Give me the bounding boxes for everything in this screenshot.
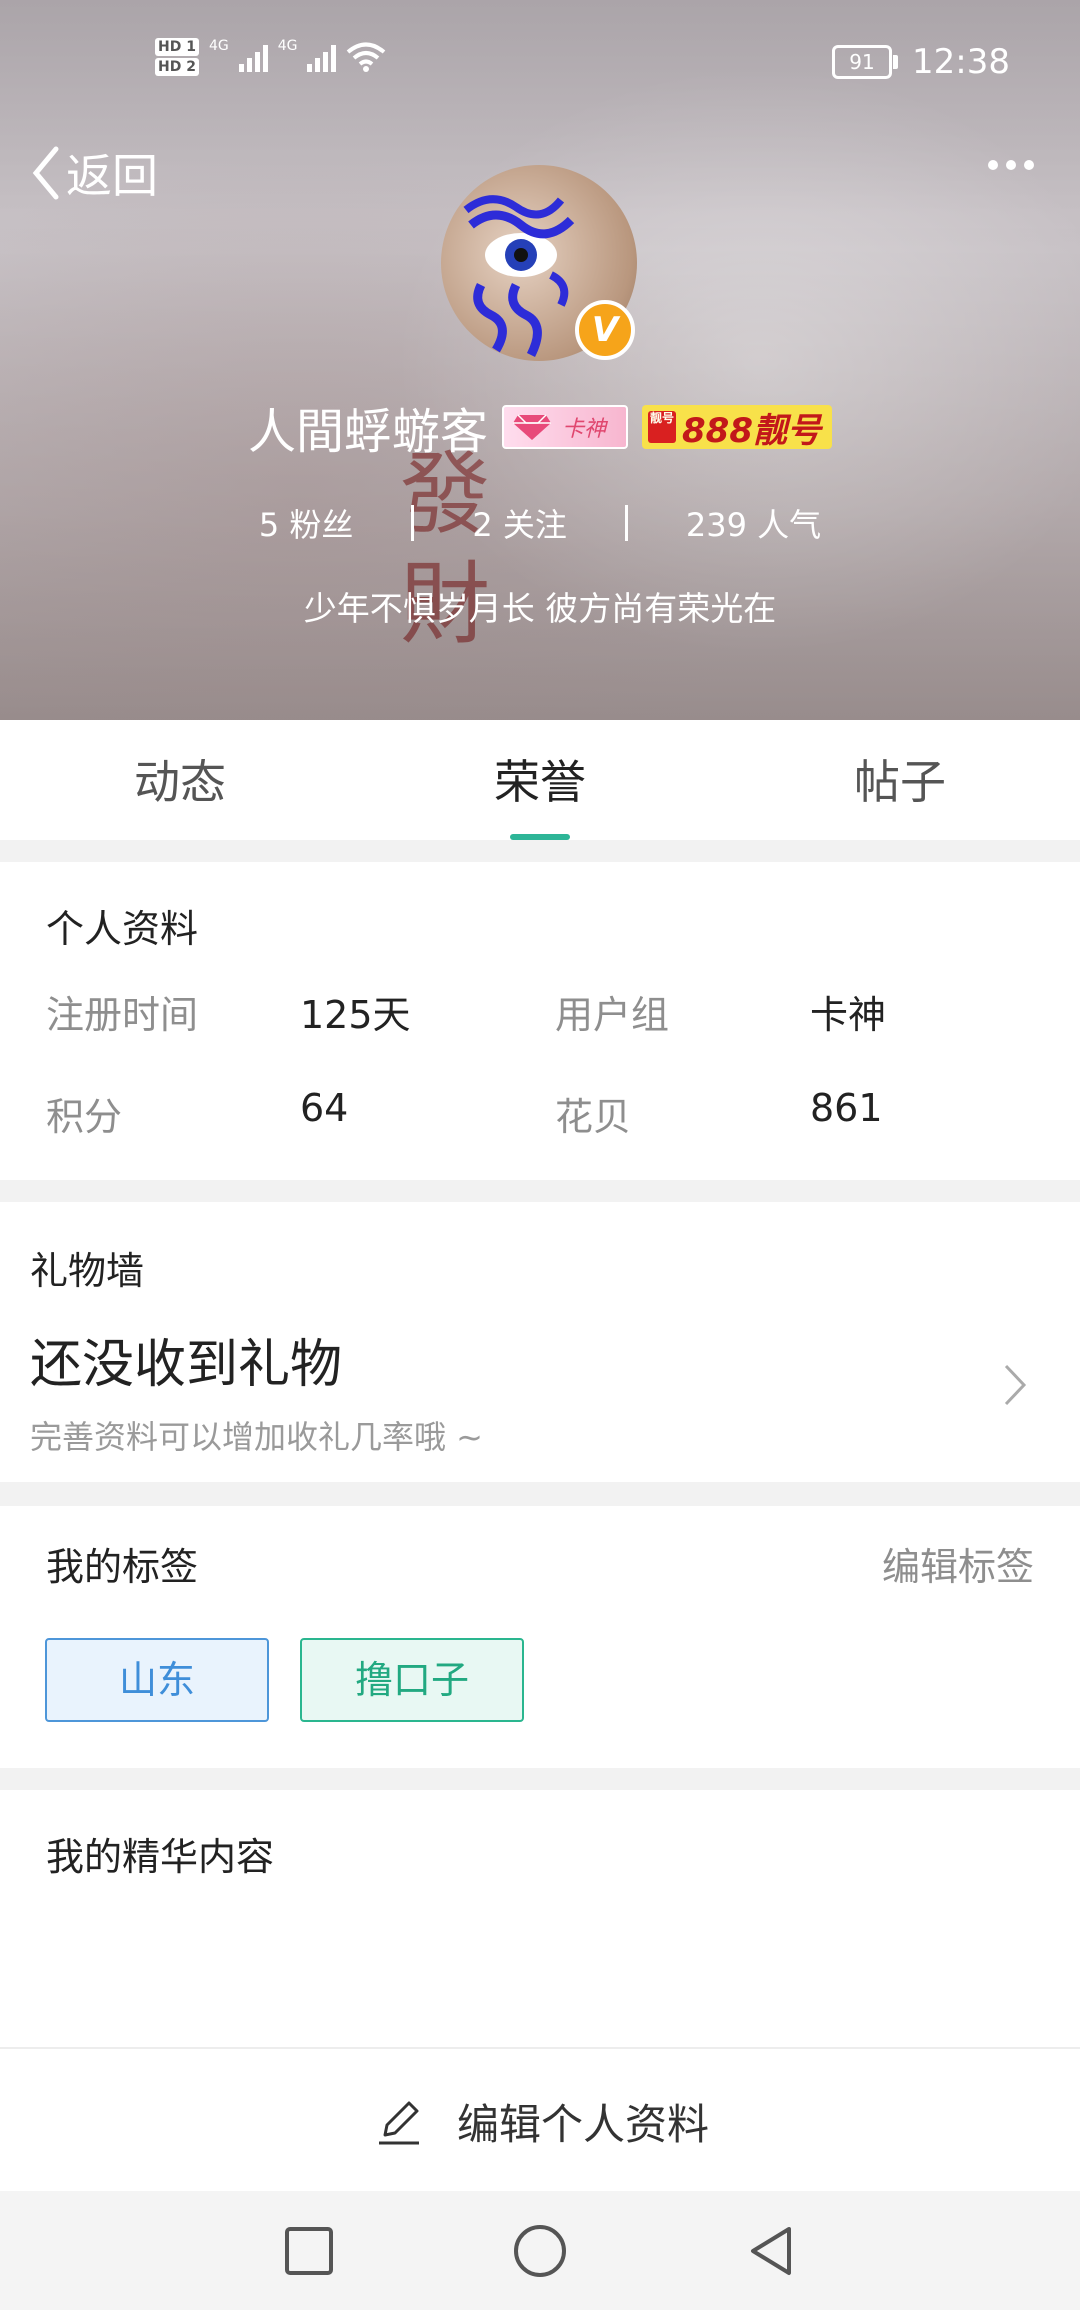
badge-888[interactable]: 靓号 888靓号 <box>642 405 832 451</box>
following-count[interactable]: 2 关注 <box>414 500 625 546</box>
network-type-1: 4G <box>208 38 229 54</box>
gift-wall-card[interactable]: 礼物墙 还没收到礼物 完善资料可以增加收礼几率哦 ~ <box>0 1202 1080 1482</box>
featured-title: 我的精华内容 <box>46 1835 275 1879</box>
system-navigation-bar <box>0 2191 1080 2310</box>
network-type-2: 4G <box>277 38 298 54</box>
points-label: 积分 <box>46 1095 123 1139</box>
wifi-icon <box>347 42 386 72</box>
name-row: 人間蜉蝣客 卡神 靓号 888靓号 <box>0 392 1080 462</box>
profile-tabs: 动态 荣誉 帖子 <box>0 720 1080 840</box>
hd1-indicator: HD 1 <box>155 38 199 56</box>
register-time-value: 125天 <box>300 993 411 1037</box>
chevron-right-icon <box>1004 1364 1027 1406</box>
tab-posts[interactable]: 帖子 <box>720 720 1080 840</box>
signal-icon <box>238 42 268 72</box>
tag-chip[interactable]: 山东 <box>45 1638 269 1722</box>
status-bar: HD 1 HD 2 4G 4G 91 12:38 <box>0 38 1080 88</box>
username: 人間蜉蝣客 <box>247 404 488 460</box>
gift-wall-title: 礼物墙 <box>30 1249 145 1293</box>
personal-info-card: 个人资料 注册时间 125天 用户组 卡神 积分 64 花贝 861 <box>0 862 1080 1180</box>
points-value: 64 <box>300 1086 349 1130</box>
verified-badge-icon: V <box>575 300 635 360</box>
edit-tags-link[interactable]: 编辑标签 <box>882 1536 1034 1591</box>
profile-motto: 少年不惧岁月长 彼方尚有荣光在 <box>303 589 777 628</box>
badge-kashen-label: 卡神 <box>562 417 607 442</box>
badge-kashen[interactable]: 卡神 <box>502 405 628 449</box>
seal-icon: 靓号 <box>648 411 676 443</box>
battery-level: 91 <box>849 50 875 74</box>
back-label: 返回 <box>66 149 158 203</box>
more-dot-icon <box>988 160 998 170</box>
huabei-value: 861 <box>810 1086 883 1130</box>
user-group-label: 用户组 <box>555 993 670 1037</box>
edit-profile-label: 编辑个人资料 <box>456 2099 709 2149</box>
tab-activity[interactable]: 动态 <box>0 720 360 840</box>
user-group-value: 卡神 <box>810 993 887 1037</box>
hd2-indicator: HD 2 <box>155 58 199 76</box>
profile-stats: 5 粉丝 2 关注 239 人气 <box>0 500 1080 546</box>
popularity-count: 239 人气 <box>685 506 822 544</box>
register-time-label: 注册时间 <box>46 993 199 1037</box>
pencil-icon <box>378 2101 419 2145</box>
tags-card: 我的标签 编辑标签 山东 撸口子 <box>0 1506 1080 1768</box>
featured-content-card: 我的精华内容 <box>0 1790 1080 2047</box>
back-button[interactable]: 返回 <box>28 140 158 206</box>
tab-honors[interactable]: 荣誉 <box>360 720 720 840</box>
active-tab-indicator <box>510 834 570 840</box>
home-icon[interactable] <box>510 2221 570 2281</box>
tag-chip[interactable]: 撸口子 <box>300 1638 524 1722</box>
huabei-label: 花贝 <box>555 1095 632 1139</box>
fans-count[interactable]: 5 粉丝 <box>201 500 412 546</box>
edit-profile-button[interactable]: 编辑个人资料 <box>0 2047 1080 2193</box>
gift-empty-message: 还没收到礼物 <box>30 1335 343 1395</box>
recent-apps-icon[interactable] <box>279 2221 339 2281</box>
battery-icon: 91 <box>832 45 899 79</box>
personal-info-title: 个人资料 <box>46 907 199 951</box>
gift-hint: 完善资料可以增加收礼几率哦 ~ <box>30 1418 483 1456</box>
more-options-button[interactable] <box>988 160 1034 170</box>
chevron-left-icon <box>32 146 59 200</box>
clock: 12:38 <box>912 42 1010 82</box>
back-nav-icon[interactable] <box>741 2221 801 2281</box>
tags-title: 我的标签 <box>46 1545 199 1589</box>
diamond-icon <box>513 414 551 440</box>
badge-888-label: 888靓号 <box>682 410 821 451</box>
signal-icon <box>307 42 337 72</box>
